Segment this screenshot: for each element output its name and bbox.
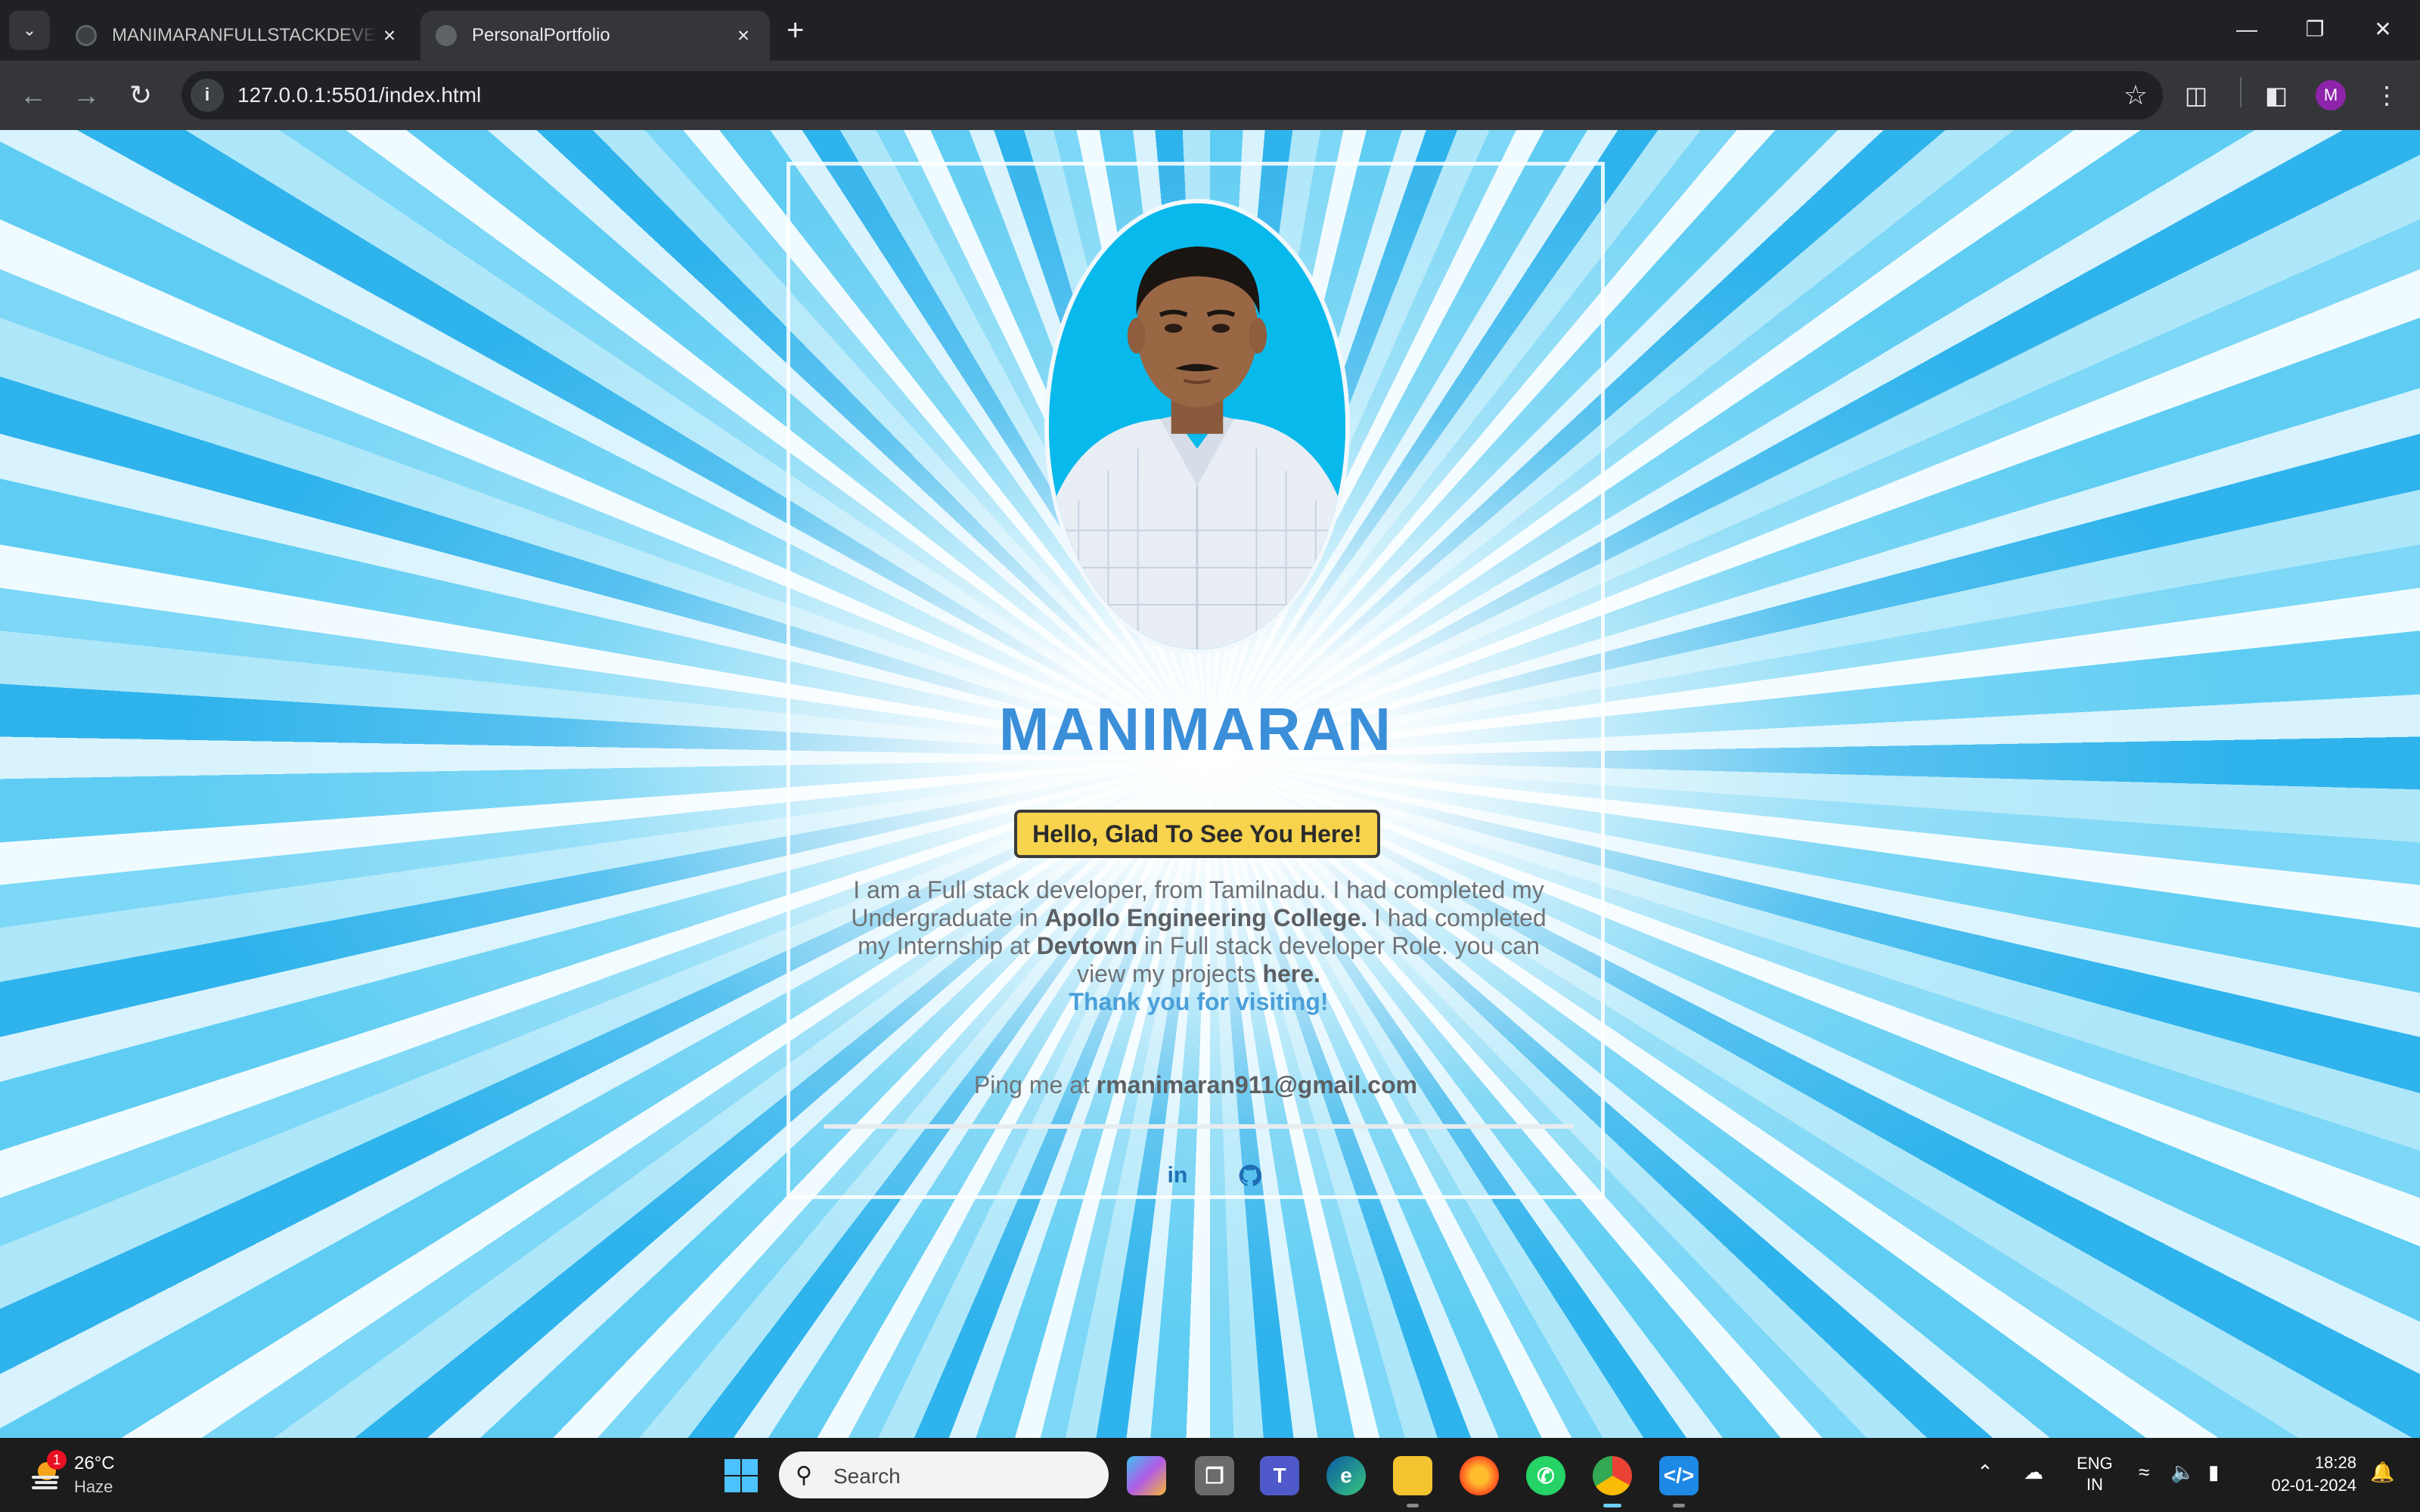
profile-photo [1044,199,1350,654]
time-text: 18:28 [2314,1453,2356,1472]
region-code: IN [2086,1475,2103,1494]
whatsapp-icon[interactable]: ✆ [1526,1456,1565,1495]
reload-icon[interactable]: ↻ [119,74,162,116]
person-illustration [1049,203,1345,649]
language-indicator[interactable]: ENG IN [2077,1453,2113,1495]
language-code: ENG [2077,1454,2113,1473]
tab-personal-portfolio[interactable]: PersonalPortfolio × [420,11,770,60]
notification-badge: 1 [47,1450,67,1470]
tab-github[interactable]: MANIMARANFULLSTACKDEVELOPER × [60,11,416,60]
profile-avatar[interactable]: M [2316,80,2346,110]
search-placeholder: Search [833,1464,901,1488]
projects-link[interactable]: here. [1262,960,1320,987]
close-tab-icon[interactable]: × [378,23,401,48]
bookmark-star-icon[interactable]: ☆ [2124,79,2148,112]
chrome-icon[interactable] [1593,1456,1632,1507]
close-tab-icon[interactable]: × [732,23,755,48]
greeting-button[interactable]: Hello, Glad To See You Here! [1014,810,1380,858]
teams-icon[interactable]: T [1260,1456,1299,1495]
notification-bell-icon[interactable]: 🔔 [2370,1461,2394,1484]
side-panel-icon[interactable]: ◧ [2258,77,2294,113]
contact-line: Ping me at rmanimaran911@gmail.com [790,1071,1601,1099]
linkedin-icon[interactable]: in [1162,1160,1193,1191]
college-name: Apollo Engineering College. [1044,904,1368,931]
browser-toolbar: ← → ↻ i 127.0.0.1:5501/index.html ☆ ◫ ◧ … [0,60,2420,130]
date-text: 02-01-2024 [2271,1476,2356,1495]
wifi-icon[interactable]: ≈ [2139,1461,2149,1484]
search-icon: ⚲ [796,1463,812,1488]
portfolio-card: MANIMARAN Hello, Glad To See You Here! I… [786,162,1605,1199]
email-link[interactable]: rmanimaran911@gmail.com [1097,1071,1417,1098]
edge-icon[interactable]: e [1326,1456,1366,1495]
profile-name: MANIMARAN [998,696,1393,763]
clock[interactable]: 18:28 02-01-2024 [2258,1452,2356,1497]
new-tab-button[interactable]: + [786,12,804,48]
extensions-icon[interactable]: ◫ [2178,77,2214,113]
weather-temperature[interactable]: 26°C [74,1453,115,1474]
company-name: Devtown [1036,932,1138,959]
tab-title: MANIMARANFULLSTACKDEVELOPER [112,25,378,45]
tab-search-button[interactable]: ⌄ [9,11,50,50]
taskbar-search-box[interactable]: ⚲ Search [779,1452,1109,1498]
menu-kebab-icon[interactable]: ⋮ [2369,77,2405,113]
restore-icon[interactable]: ❐ [2281,11,2349,48]
browser-tab-bar: ⌄ MANIMARANFULLSTACKDEVELOPER × Personal… [0,0,2420,60]
task-view-icon[interactable]: ❐ [1195,1456,1234,1495]
address-bar[interactable]: i 127.0.0.1:5501/index.html ☆ [182,71,2163,119]
firefox-icon[interactable] [1460,1456,1499,1495]
volume-icon[interactable]: 🔈 [2170,1461,2195,1484]
close-window-icon[interactable]: ✕ [2349,11,2417,48]
file-explorer-icon[interactable] [1393,1456,1432,1507]
minimize-icon[interactable]: — [2213,11,2281,48]
onedrive-cloud-icon[interactable]: ☁ [2024,1461,2043,1484]
tab-title: PersonalPortfolio [472,25,610,45]
globe-favicon-icon [436,25,457,46]
bio-paragraph: I am a Full stack developer, from Tamiln… [836,876,1562,1016]
divider [824,1124,1574,1129]
taskbar: 1 26°C Haze ⚲ Search ❐ T e ✆ </> ⌃ ☁ ENG… [0,1438,2420,1512]
weather-description[interactable]: Haze [74,1477,113,1497]
forward-arrow-icon[interactable]: → [65,74,107,116]
copilot-icon[interactable] [1127,1456,1166,1495]
toolbar-divider [2240,77,2242,107]
url-text[interactable]: 127.0.0.1:5501/index.html [237,83,481,107]
back-arrow-icon[interactable]: ← [12,74,54,116]
chevron-down-icon: ⌄ [22,20,37,39]
battery-icon[interactable]: ▮ [2208,1461,2219,1484]
vscode-icon[interactable]: </> [1659,1456,1699,1507]
thanks-message: Thank you for visiting! [1069,988,1329,1015]
github-favicon-icon [76,25,97,46]
contact-prefix: Ping me at [973,1071,1097,1098]
windows-start-icon[interactable] [723,1458,759,1494]
site-info-icon[interactable]: i [191,79,224,112]
page-viewport: MANIMARAN Hello, Glad To See You Here! I… [0,130,2420,1438]
show-hidden-icons-chevron-icon[interactable]: ⌃ [1977,1461,1993,1484]
github-icon[interactable] [1235,1160,1265,1191]
